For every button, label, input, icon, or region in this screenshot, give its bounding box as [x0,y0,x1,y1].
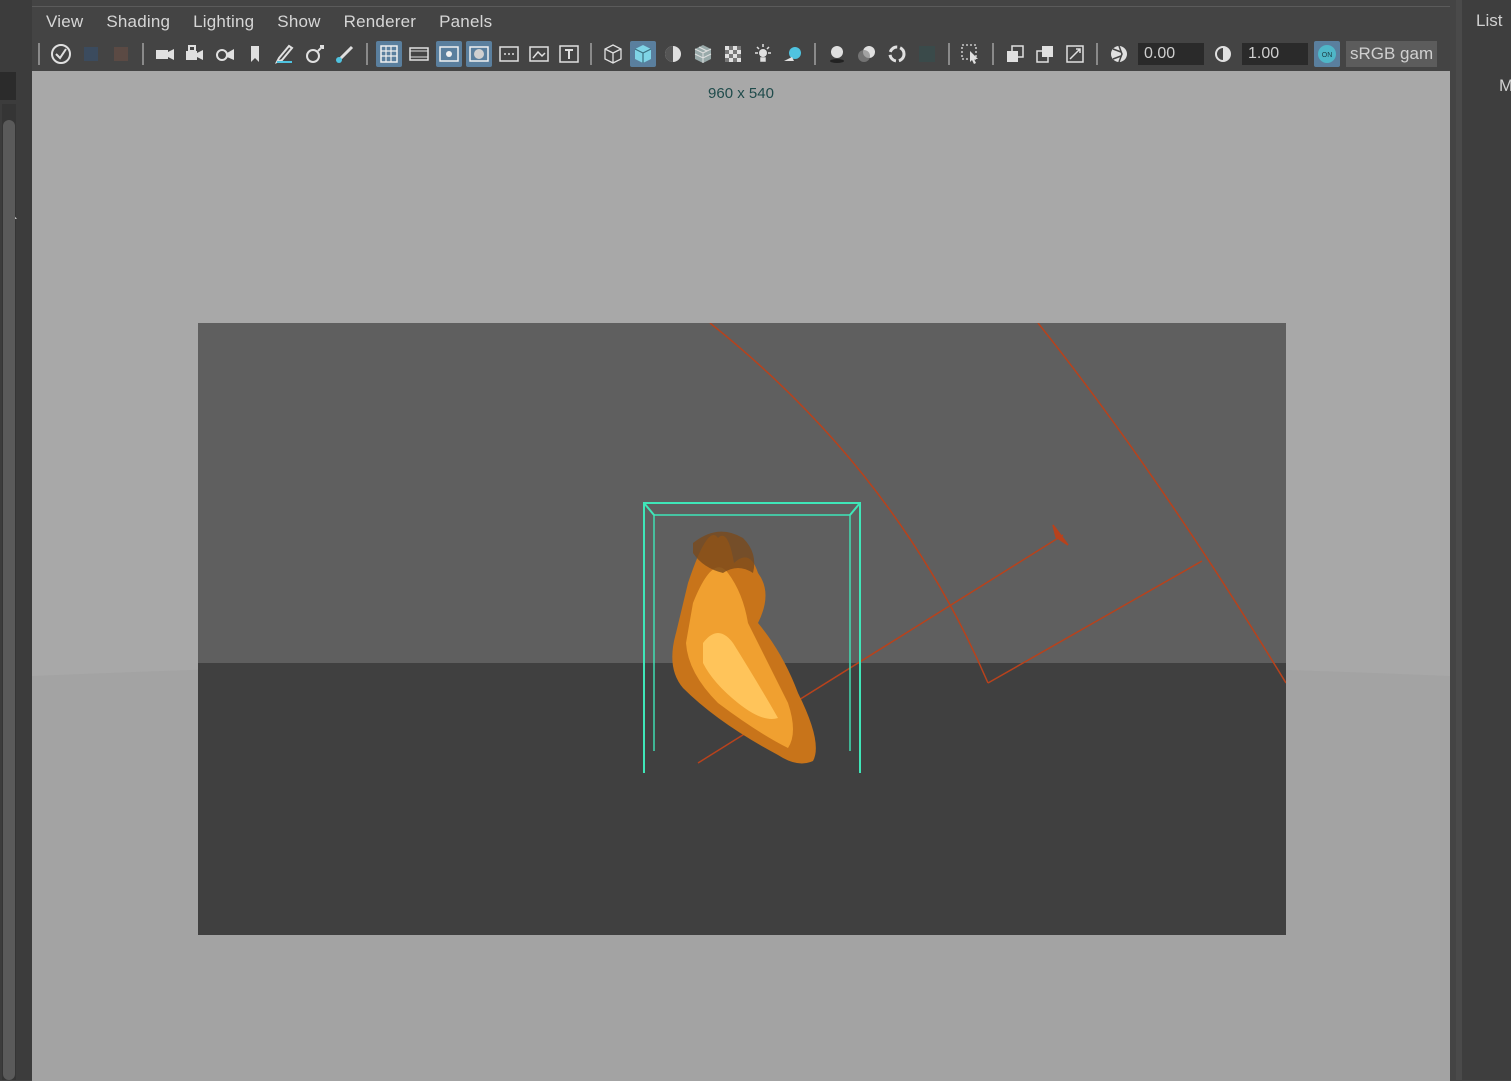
toolbar-separator [1096,43,1098,65]
resolution-gate-icon[interactable] [436,41,462,67]
resolution-gate [198,323,1286,935]
resolution-label: 960 x 540 [708,85,774,102]
right-panel-label: M [1499,76,1511,95]
bookmark-icon[interactable] [242,41,268,67]
color-space-label[interactable]: sRGB gam [1346,41,1438,67]
toolbar-separator [142,43,144,65]
xray-icon[interactable] [1002,41,1028,67]
dolly-icon[interactable] [302,41,328,67]
menu-shading[interactable]: Shading [106,12,170,32]
gate-mask-icon[interactable] [466,41,492,67]
toolbar-separator [992,43,994,65]
camera-aim-icon[interactable] [212,41,238,67]
left-sidebar [0,0,32,1080]
camera-icon[interactable] [152,41,178,67]
safe-action-icon[interactable] [526,41,552,67]
gamma-field[interactable]: 1.00 [1242,43,1308,65]
panel-divider[interactable] [1456,0,1462,1080]
antialias-icon[interactable] [884,41,910,67]
field-chart-icon[interactable] [496,41,522,67]
film-gate-icon[interactable] [406,41,432,67]
smooth-shade-icon[interactable] [630,41,656,67]
paint-icon[interactable] [332,41,358,67]
gamma-icon[interactable] [1210,41,1236,67]
scroll-thumb[interactable] [3,120,15,1080]
exposure-icon[interactable] [1106,41,1132,67]
scene-viewport[interactable]: 960 x 540 [32,71,1450,1081]
toolbar-separator [38,43,40,65]
color-management-icon[interactable]: ON [1314,41,1340,67]
grid-icon[interactable] [376,41,402,67]
lights-icon[interactable] [750,41,776,67]
menu-renderer[interactable]: Renderer [344,12,416,32]
right-panel: List M [1456,0,1511,1080]
isolate-select-icon[interactable] [958,41,984,67]
bookmark-icon[interactable] [108,41,134,67]
xray-active-icon[interactable] [1062,41,1088,67]
select-camera-icon[interactable] [48,41,74,67]
motion-blur-icon[interactable] [854,41,880,67]
safe-title-icon[interactable] [556,41,582,67]
dropdown-button[interactable] [0,72,16,161]
svg-text:ON: ON [1322,52,1333,59]
camera-attr-icon[interactable] [78,41,104,67]
exposure-field[interactable]: 0.00 [1138,43,1204,65]
default-material-icon[interactable] [660,41,686,67]
wireframe-on-shaded-icon[interactable] [690,41,716,67]
toolbar-separator [948,43,950,65]
grease-pencil-icon[interactable] [272,41,298,67]
toolbar-separator [590,43,592,65]
ambient-occlusion-icon[interactable] [824,41,850,67]
toolbar-separator [814,43,816,65]
depth-of-field-icon[interactable] [914,41,940,67]
menu-view[interactable]: View [46,12,83,32]
menu-show[interactable]: Show [277,12,320,32]
textured-icon[interactable] [720,41,746,67]
viewport-panel: View Shading Lighting Show Renderer Pane… [32,6,1450,1081]
toolbar-separator [366,43,368,65]
xray-joints-icon[interactable] [1032,41,1058,67]
menu-panels[interactable]: Panels [439,12,492,32]
shadows-icon[interactable] [780,41,806,67]
menu-lighting[interactable]: Lighting [193,12,254,32]
list-menu[interactable]: List [1476,11,1502,31]
scene-render [198,323,1286,935]
panel-toolbar: 0.00 1.00 ON sRGB gam [32,39,1450,69]
wireframe-icon[interactable] [600,41,626,67]
camera-lock-icon[interactable] [182,41,208,67]
panel-menubar: View Shading Lighting Show Renderer Pane… [32,7,1450,37]
